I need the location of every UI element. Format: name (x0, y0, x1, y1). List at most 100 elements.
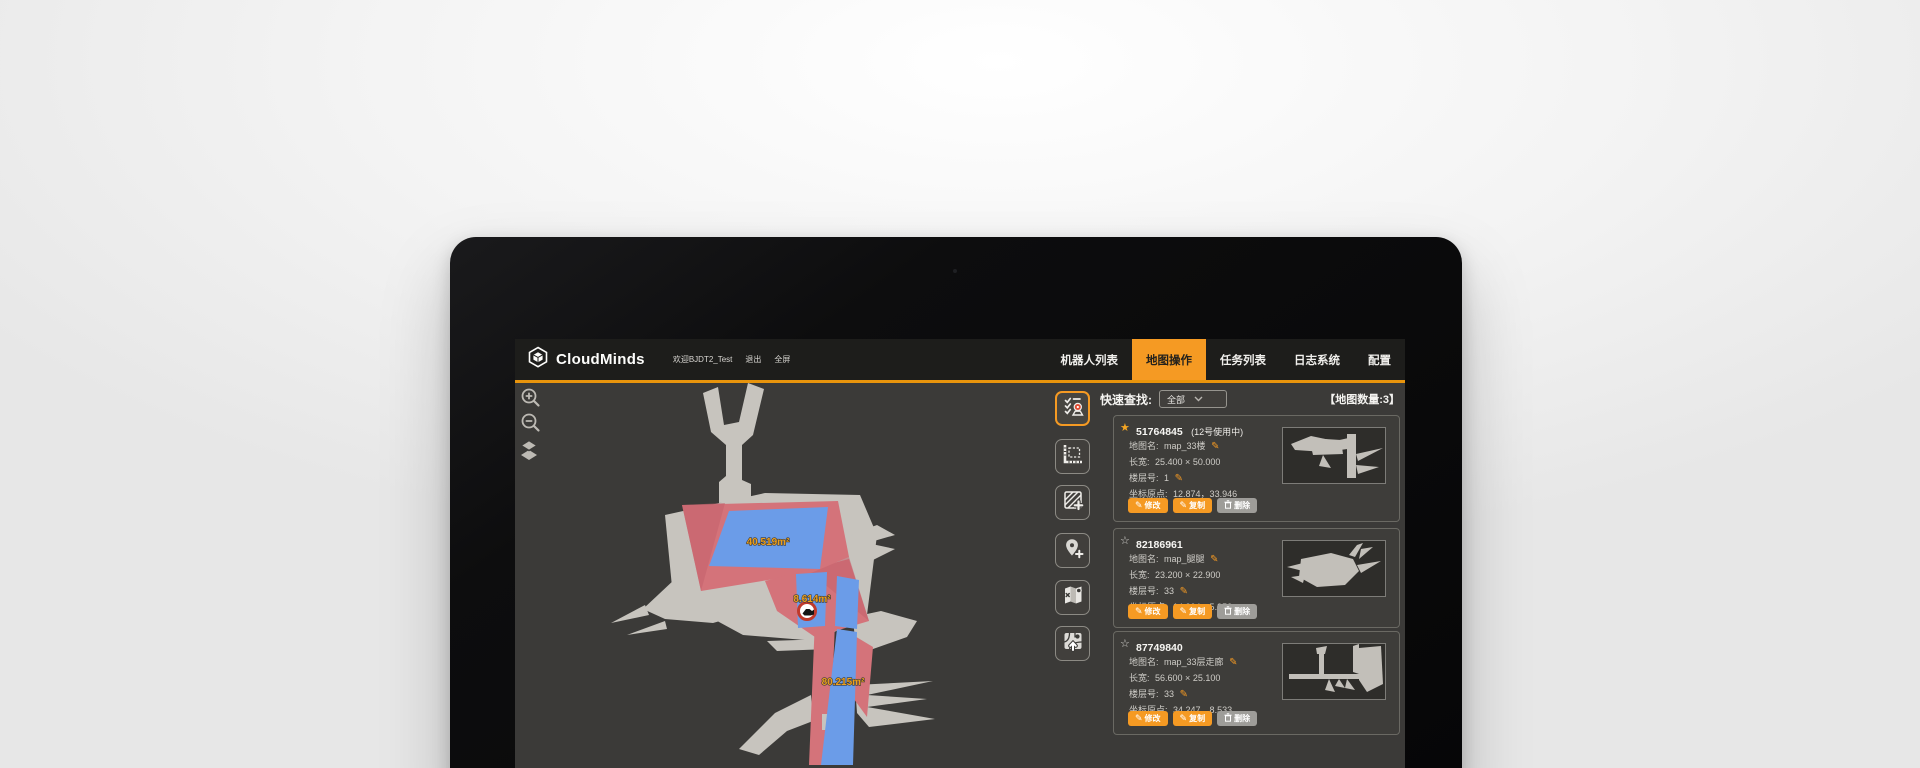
edit-map-button[interactable]: ✎修改 (1128, 498, 1168, 513)
map-thumbnail[interactable] (1282, 643, 1386, 700)
map-size-row: 长宽: 56.600 × 25.100 (1129, 671, 1220, 684)
tool-virtual-wall-add-button[interactable] (1055, 485, 1090, 520)
edit-map-button[interactable]: ✎修改 (1128, 604, 1168, 619)
tab-robot-list[interactable]: 机器人列表 (1047, 339, 1133, 380)
tab-settings[interactable]: 配置 (1354, 339, 1405, 380)
main-area: 40.519m² 8.614m² 80.215m² (515, 383, 1405, 765)
map-floor-label: 楼层号: (1129, 586, 1159, 596)
map-card[interactable]: 82186961 地图名: map_腿腿 ✎ 长宽: 23.200 × 22.9… (1113, 528, 1400, 628)
page-background: CloudMinds 欢迎BJDT2_Test 退出 全屏 机器人列表 地图操作… (0, 0, 1920, 768)
map-name-label: 地图名: (1129, 554, 1159, 564)
map-floor-value: 33 (1164, 689, 1174, 699)
laptop-frame: CloudMinds 欢迎BJDT2_Test 退出 全屏 机器人列表 地图操作… (450, 237, 1462, 768)
poi-add-icon (1061, 536, 1085, 565)
edit-pencil-icon[interactable]: ✎ (1180, 689, 1188, 700)
logout-link[interactable]: 退出 (745, 354, 761, 365)
copy-map-button[interactable]: ✎复制 (1173, 711, 1213, 726)
star-icon[interactable] (1120, 421, 1130, 434)
fullscreen-link[interactable]: 全屏 (774, 354, 790, 365)
card-title: 87749840 (1136, 638, 1187, 656)
map-fan-bottomleft (739, 695, 813, 755)
map-floor-value: 1 (1164, 473, 1169, 483)
map-filter-select[interactable]: 全部 (1159, 390, 1227, 408)
zoom-out-button[interactable] (519, 414, 541, 436)
delete-map-button[interactable]: 删除 (1217, 711, 1257, 726)
card-title: 51764845 (12号使用中) (1136, 422, 1243, 440)
map-id: 82186961 (1136, 539, 1183, 551)
app-header: CloudMinds 欢迎BJDT2_Test 退出 全屏 机器人列表 地图操作… (515, 339, 1405, 383)
edit-pencil-icon[interactable]: ✎ (1175, 473, 1183, 484)
delete-map-button[interactable]: 删除 (1217, 498, 1257, 513)
tool-map-select-button[interactable] (1055, 391, 1090, 426)
tool-map-delete-button[interactable] (1055, 580, 1090, 615)
edit-pencil-icon[interactable]: ✎ (1229, 657, 1237, 668)
tab-map-operation[interactable]: 地图操作 (1132, 339, 1206, 380)
webcam-dot (953, 269, 957, 273)
tab-task-list[interactable]: 任务列表 (1206, 339, 1280, 380)
map-size-row: 长宽: 23.200 × 22.900 (1129, 568, 1220, 581)
map-name-value: map_33层走廊 (1164, 657, 1224, 667)
map-card[interactable]: 51764845 (12号使用中) 地图名: map_33楼 ✎ 长宽: 25.… (1113, 415, 1400, 522)
map-id: 51764845 (1136, 426, 1183, 438)
zoom-in-button[interactable] (519, 389, 541, 411)
star-icon[interactable] (1120, 534, 1130, 547)
map-size-label: 长宽: (1129, 457, 1150, 467)
brand-name: CloudMinds (556, 351, 645, 368)
area-blue-side (835, 576, 859, 629)
copy-map-button[interactable]: ✎复制 (1173, 604, 1213, 619)
cloudminds-logo-icon (527, 346, 549, 373)
map-floor-label: 楼层号: (1129, 689, 1159, 699)
map-size-label: 长宽: (1129, 570, 1150, 580)
delete-map-button[interactable]: 删除 (1217, 604, 1257, 619)
map-delete-icon (1061, 583, 1085, 612)
main-nav: 机器人列表 地图操作 任务列表 日志系统 配置 (1047, 339, 1406, 380)
map-name-row: 地图名: map_33层走廊 ✎ (1129, 655, 1237, 668)
card-actions: ✎修改 ✎复制 删除 (1128, 711, 1257, 726)
area-label-corridor: 80.215m² (822, 677, 865, 688)
zoom-in-icon (520, 387, 541, 413)
card-actions: ✎修改 ✎复制 删除 (1128, 498, 1257, 513)
pencil-icon: ✎ (1180, 714, 1188, 723)
map-size-value: 56.600 × 25.100 (1155, 673, 1220, 683)
no-entry-sign-marker[interactable] (799, 603, 816, 620)
copy-map-button[interactable]: ✎复制 (1173, 498, 1213, 513)
brand-logo[interactable]: CloudMinds (527, 346, 645, 373)
map-thumbnail[interactable] (1282, 540, 1386, 597)
tool-map-measure-button[interactable] (1055, 439, 1090, 474)
quick-find-label: 快速查找: (1100, 391, 1152, 408)
star-icon[interactable] (1120, 637, 1130, 650)
tool-poi-add-button[interactable] (1055, 533, 1090, 568)
map-blob-y (703, 383, 764, 503)
map-size-row: 长宽: 25.400 × 50.000 (1129, 455, 1220, 468)
map-floor-row: 楼层号: 33 ✎ (1129, 687, 1188, 700)
tool-map-upload-button[interactable] (1055, 626, 1090, 661)
trash-icon (1224, 713, 1232, 724)
edit-pencil-icon[interactable]: ✎ (1210, 554, 1218, 565)
edit-map-button[interactable]: ✎修改 (1128, 711, 1168, 726)
map-id: 87749840 (1136, 642, 1183, 654)
map-name-row: 地图名: map_33楼 ✎ (1129, 439, 1219, 452)
map-select-icon (1061, 394, 1085, 423)
map-size-label: 长宽: (1129, 673, 1150, 683)
map-name-value: map_33楼 (1164, 441, 1206, 451)
edit-pencil-icon[interactable]: ✎ (1180, 586, 1188, 597)
map-floor-row: 楼层号: 1 ✎ (1129, 471, 1183, 484)
card-title: 82186961 (1136, 535, 1187, 553)
area-label-large: 40.519m² (747, 537, 790, 548)
map-spike (627, 621, 667, 635)
map-card[interactable]: 87749840 地图名: map_33层走廊 ✎ 长宽: 56.600 × 2… (1113, 631, 1400, 735)
map-upload-icon (1061, 629, 1085, 658)
map-thumbnail[interactable] (1282, 427, 1386, 484)
pencil-icon: ✎ (1135, 501, 1143, 510)
layers-button[interactable] (518, 441, 540, 463)
virtual-wall-add-icon (1061, 488, 1085, 517)
quick-find-bar: 快速查找: 全部 【地图数量:3】 (1100, 389, 1400, 409)
card-actions: ✎修改 ✎复制 删除 (1128, 604, 1257, 619)
edit-pencil-icon[interactable]: ✎ (1211, 441, 1219, 452)
welcome-text: 欢迎BJDT2_Test (673, 354, 733, 365)
tab-log-system[interactable]: 日志系统 (1280, 339, 1354, 380)
pencil-icon: ✎ (1180, 501, 1188, 510)
map-size-value: 23.200 × 22.900 (1155, 570, 1220, 580)
map-floor-label: 楼层号: (1129, 473, 1159, 483)
trash-icon (1224, 606, 1232, 617)
